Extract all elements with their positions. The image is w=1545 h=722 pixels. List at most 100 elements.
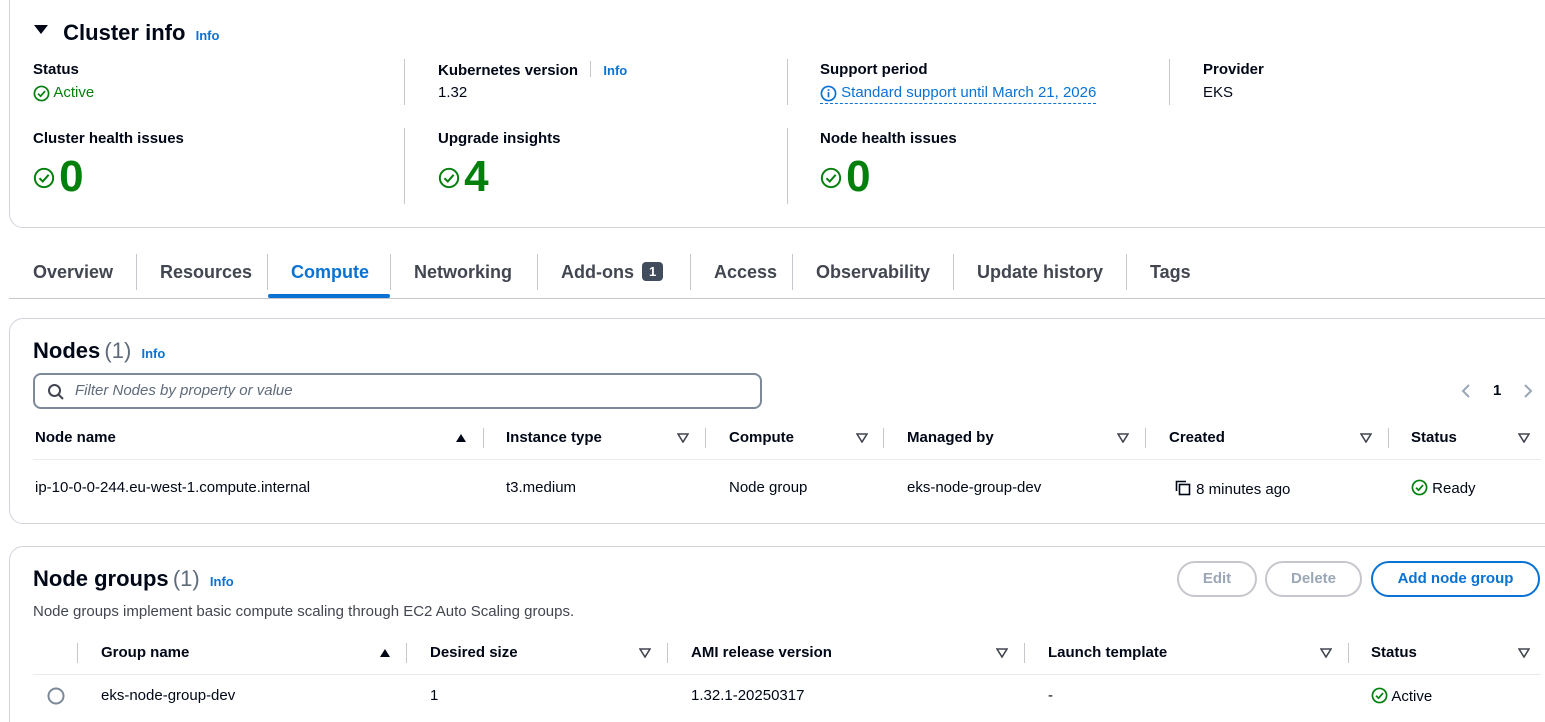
- status-value: Active: [33, 84, 94, 102]
- ami-release-cell: 1.32.1-20250317: [691, 687, 805, 704]
- table-header-divider: [33, 674, 1541, 675]
- col-group-name[interactable]: Group name: [101, 644, 189, 661]
- add-node-group-button[interactable]: Add node group: [1371, 561, 1540, 597]
- divider: [1145, 428, 1146, 448]
- divider: [792, 254, 793, 290]
- sort-icon[interactable]: [996, 648, 1008, 658]
- search-icon: [48, 384, 64, 400]
- node-group-status-cell: Active: [1371, 687, 1432, 705]
- support-period-label: Support period: [820, 61, 928, 78]
- upgrade-insights-count: 4: [464, 152, 489, 201]
- tab-networking[interactable]: Networking: [414, 262, 512, 283]
- node-status-cell: Ready: [1411, 479, 1476, 497]
- provider-value: EKS: [1203, 84, 1234, 101]
- k8s-version-info-link[interactable]: Info: [603, 63, 627, 78]
- compute-cell: Node group: [729, 479, 808, 496]
- nodes-page-number[interactable]: 1: [1493, 382, 1501, 399]
- divider: [1169, 59, 1170, 105]
- node-health-count: 0: [846, 152, 871, 201]
- divider: [1388, 428, 1389, 448]
- node-health-value[interactable]: 0: [820, 155, 871, 199]
- tab-tags[interactable]: Tags: [1150, 262, 1191, 283]
- tab-add-ons-label: Add-ons: [561, 262, 634, 282]
- cluster-health-label: Cluster health issues: [33, 130, 184, 147]
- col-created[interactable]: Created: [1169, 429, 1225, 446]
- cluster-info-info-link[interactable]: Info: [196, 28, 220, 43]
- k8s-version-header: Kubernetes version Info: [438, 61, 627, 79]
- caret-down-icon[interactable]: [33, 22, 49, 38]
- divider: [1348, 643, 1349, 663]
- col-managed-by[interactable]: Managed by: [907, 429, 994, 446]
- managed-by-link[interactable]: eks-node-group-dev: [907, 479, 1041, 496]
- chevron-left-icon[interactable]: [1460, 383, 1472, 399]
- col-compute[interactable]: Compute: [729, 429, 794, 446]
- table-header-divider: [33, 459, 1541, 460]
- divider: [483, 428, 484, 448]
- tab-resources[interactable]: Resources: [160, 262, 252, 283]
- check-circle-icon: [820, 167, 842, 189]
- upgrade-insights-value[interactable]: 4: [438, 155, 489, 199]
- cluster-info-header[interactable]: Cluster info Info: [33, 20, 219, 46]
- tab-overview[interactable]: Overview: [33, 262, 113, 283]
- divider: [136, 254, 137, 290]
- divider: [787, 59, 788, 105]
- col-status[interactable]: Status: [1411, 429, 1457, 446]
- divider: [77, 643, 78, 663]
- sort-icon[interactable]: [1320, 648, 1332, 658]
- tab-add-ons[interactable]: Add-ons 1: [561, 262, 664, 283]
- tab-access[interactable]: Access: [714, 262, 777, 283]
- desired-size-cell: 1: [430, 687, 439, 704]
- status-text: Active: [53, 84, 95, 101]
- cluster-health-value[interactable]: 0: [33, 155, 84, 199]
- sort-icon[interactable]: [677, 433, 689, 443]
- col-instance-type[interactable]: Instance type: [506, 429, 602, 446]
- nodes-filter[interactable]: [33, 373, 762, 409]
- support-period-link[interactable]: Standard support until March 21, 2026: [820, 84, 1097, 104]
- chevron-right-icon[interactable]: [1522, 383, 1534, 399]
- col-node-name[interactable]: Node name: [35, 429, 116, 446]
- divider: [537, 254, 538, 290]
- nodes-info-link[interactable]: Info: [141, 346, 165, 361]
- sort-ascending-icon[interactable]: [379, 648, 391, 658]
- divider: [1024, 643, 1025, 663]
- node-groups-count: (1): [172, 566, 200, 591]
- divider: [1126, 254, 1127, 290]
- upgrade-insights-label: Upgrade insights: [438, 130, 561, 147]
- group-name-link[interactable]: eks-node-group-dev: [101, 687, 235, 704]
- edit-button[interactable]: Edit: [1177, 561, 1257, 597]
- sort-icon[interactable]: [856, 433, 868, 443]
- check-circle-icon: [33, 85, 50, 101]
- divider: [404, 128, 405, 204]
- copy-icon[interactable]: [1174, 479, 1192, 497]
- node-name-link[interactable]: ip-10-0-0-244.eu-west-1.compute.internal: [35, 479, 310, 496]
- node-status-text: Ready: [1432, 480, 1476, 497]
- instance-type-cell: t3.medium: [506, 479, 577, 496]
- col-desired-size[interactable]: Desired size: [430, 644, 518, 661]
- sort-icon[interactable]: [639, 648, 651, 658]
- launch-template-cell: -: [1048, 687, 1053, 704]
- divider: [267, 254, 268, 290]
- tab-compute[interactable]: Compute: [291, 262, 369, 283]
- nodes-header: Nodes (1) Info: [33, 338, 165, 364]
- col-launch-template[interactable]: Launch template: [1048, 644, 1167, 661]
- delete-button[interactable]: Delete: [1265, 561, 1362, 597]
- node-health-label: Node health issues: [820, 130, 957, 147]
- sort-icon[interactable]: [1360, 433, 1372, 443]
- col-ami-release-version[interactable]: AMI release version: [691, 644, 832, 661]
- sort-icon[interactable]: [1518, 433, 1530, 443]
- sort-icon[interactable]: [1518, 648, 1530, 658]
- nodes-filter-input[interactable]: [75, 382, 745, 399]
- tabs-baseline: [9, 298, 1545, 299]
- divider: [787, 128, 788, 204]
- node-groups-info-link[interactable]: Info: [210, 574, 234, 589]
- row-select-radio[interactable]: [47, 687, 65, 705]
- col-node-group-status[interactable]: Status: [1371, 644, 1417, 661]
- sort-icon[interactable]: [1117, 433, 1129, 443]
- nodes-title: Nodes: [33, 338, 101, 363]
- check-circle-icon: [33, 167, 55, 189]
- divider: [667, 643, 668, 663]
- tab-update-history[interactable]: Update history: [977, 262, 1103, 283]
- provider-label: Provider: [1203, 61, 1264, 78]
- sort-ascending-icon[interactable]: [455, 433, 467, 443]
- tab-observability[interactable]: Observability: [816, 262, 930, 283]
